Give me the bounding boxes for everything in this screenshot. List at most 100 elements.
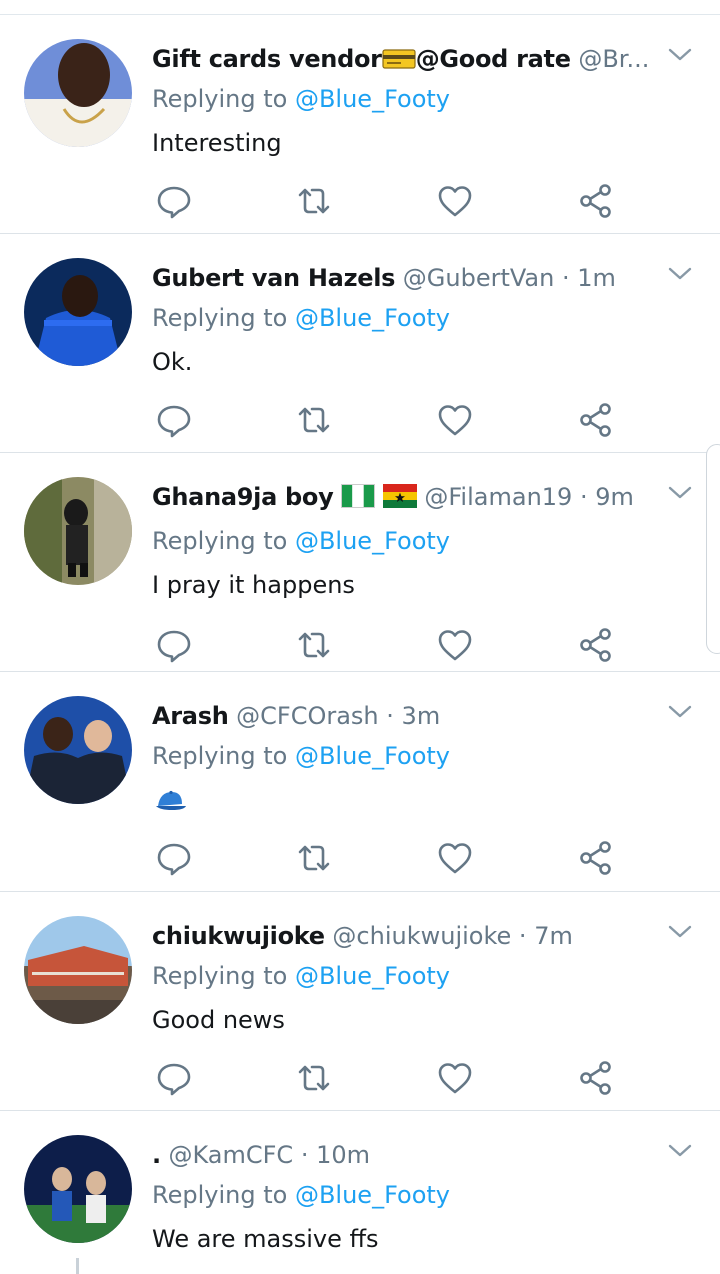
- retweet-button[interactable]: [294, 400, 334, 440]
- user-handle[interactable]: @KamCFC: [168, 1141, 293, 1169]
- comment-bubble-icon: [157, 630, 191, 663]
- mention-link[interactable]: @Blue_Footy: [295, 742, 450, 770]
- reply-button[interactable]: [154, 838, 194, 878]
- tweet-header: Ghana9ja boy @Filaman19 · 9m: [152, 479, 657, 515]
- tweet-item[interactable]: chiukwujioke @chiukwujioke · 7m Replying…: [0, 892, 720, 1111]
- replying-prefix: Replying to: [152, 742, 288, 770]
- replying-prefix: Replying to: [152, 1181, 288, 1209]
- tweet-item[interactable]: Gift cards vendor@Good rate @Br... · 5m …: [0, 15, 720, 234]
- retweet-icon: [298, 845, 330, 871]
- heart-icon: [438, 1063, 472, 1094]
- avatar[interactable]: [24, 477, 132, 585]
- avatar[interactable]: [24, 916, 132, 1024]
- user-handle[interactable]: @GubertVan: [403, 264, 555, 292]
- tweet-header: Gift cards vendor@Good rate @Br... · 5m: [152, 41, 657, 77]
- avatar[interactable]: [24, 696, 132, 804]
- heart-icon: [438, 843, 472, 874]
- avatar[interactable]: [24, 1135, 132, 1243]
- action-bar: [154, 1058, 634, 1098]
- like-button[interactable]: [435, 838, 475, 878]
- share-button[interactable]: [576, 838, 616, 878]
- tweet-header: Arash @CFCOrash · 3m: [152, 698, 657, 734]
- like-button[interactable]: [435, 400, 475, 440]
- reply-feed: Gift cards vendor@Good rate @Br... · 5m …: [0, 15, 720, 1274]
- chevron-down-icon[interactable]: [666, 264, 694, 284]
- nigeria-flag-icon: [341, 484, 376, 508]
- edge-panel-handle[interactable]: [706, 444, 720, 654]
- separator-dot: ·: [386, 702, 394, 730]
- chevron-down-icon[interactable]: [666, 45, 694, 65]
- action-bar: [154, 400, 634, 440]
- reply-button[interactable]: [154, 1058, 194, 1098]
- display-name[interactable]: Arash: [152, 702, 229, 730]
- separator-dot: ·: [300, 1141, 309, 1169]
- reply-button[interactable]: [154, 181, 194, 221]
- heart-icon: [438, 186, 472, 217]
- tweet-item[interactable]: Ghana9ja boy @Filaman19 · 9m Replying to…: [0, 453, 720, 672]
- like-button[interactable]: [435, 1058, 475, 1098]
- replying-to: Replying to @Blue_Footy: [152, 958, 450, 994]
- tweet-item[interactable]: . @KamCFC · 10m Replying to @Blue_Footy …: [0, 1111, 720, 1274]
- retweet-button[interactable]: [294, 1058, 334, 1098]
- retweet-icon: [298, 1065, 330, 1091]
- user-handle[interactable]: @Filaman19: [424, 483, 572, 511]
- replying-prefix: Replying to: [152, 304, 288, 332]
- tweet-item[interactable]: Arash @CFCOrash · 3m Replying to @Blue_F…: [0, 672, 720, 892]
- heart-icon: [438, 630, 472, 661]
- timestamp[interactable]: 9m: [595, 483, 634, 511]
- gift-card-emoji-icon: [382, 49, 416, 69]
- user-handle[interactable]: @CFCOrash: [236, 702, 379, 730]
- like-button[interactable]: [435, 625, 475, 665]
- display-name[interactable]: chiukwujioke: [152, 922, 325, 950]
- user-handle[interactable]: @Br...: [578, 45, 649, 73]
- avatar[interactable]: [24, 258, 132, 366]
- reply-button[interactable]: [154, 625, 194, 665]
- retweet-button[interactable]: [294, 838, 334, 878]
- display-name-suffix[interactable]: @Good rate: [416, 45, 571, 73]
- display-name[interactable]: Gift cards vendor: [152, 45, 382, 73]
- replying-prefix: Replying to: [152, 85, 288, 113]
- share-icon: [580, 628, 611, 662]
- retweet-button[interactable]: [294, 625, 334, 665]
- mention-link[interactable]: @Blue_Footy: [295, 527, 450, 555]
- chevron-down-icon[interactable]: [666, 922, 694, 942]
- display-name[interactable]: Gubert van Hazels: [152, 264, 395, 292]
- retweet-button[interactable]: [294, 181, 334, 221]
- replying-to: Replying to @Blue_Footy: [152, 300, 450, 336]
- replying-to: Replying to @Blue_Footy: [152, 523, 450, 559]
- like-button[interactable]: [435, 181, 475, 221]
- mention-link[interactable]: @Blue_Footy: [295, 962, 450, 990]
- share-button[interactable]: [576, 181, 616, 221]
- share-icon: [580, 1061, 611, 1095]
- comment-bubble-icon: [157, 1063, 191, 1096]
- chevron-down-icon[interactable]: [666, 1141, 694, 1161]
- timestamp[interactable]: 3m: [402, 702, 441, 730]
- tweet-item[interactable]: Gubert van Hazels @GubertVan · 1m Replyi…: [0, 234, 720, 453]
- mention-link[interactable]: @Blue_Footy: [295, 1181, 450, 1209]
- ghana-flag-icon: [382, 484, 417, 508]
- separator-dot: ·: [561, 264, 570, 292]
- user-handle[interactable]: @chiukwujioke: [332, 922, 511, 950]
- share-button[interactable]: [576, 400, 616, 440]
- display-name[interactable]: .: [152, 1141, 161, 1169]
- tweet-text: Interesting: [152, 129, 282, 157]
- share-icon: [580, 841, 611, 875]
- display-name[interactable]: Ghana9ja boy: [152, 483, 334, 511]
- blue-cap-emoji-icon: [156, 790, 186, 810]
- share-button[interactable]: [576, 625, 616, 665]
- comment-bubble-icon: [157, 405, 191, 438]
- replying-to: Replying to @Blue_Footy: [152, 738, 450, 774]
- timestamp[interactable]: 10m: [316, 1141, 370, 1169]
- chevron-down-icon[interactable]: [666, 702, 694, 722]
- reply-button[interactable]: [154, 400, 194, 440]
- avatar[interactable]: [24, 39, 132, 147]
- timestamp[interactable]: 1m: [577, 264, 616, 292]
- mention-link[interactable]: @Blue_Footy: [295, 85, 450, 113]
- tweet-text: Good news: [152, 1006, 285, 1034]
- comment-bubble-icon: [157, 186, 191, 219]
- mention-link[interactable]: @Blue_Footy: [295, 304, 450, 332]
- chevron-down-icon[interactable]: [666, 483, 694, 503]
- action-bar: [154, 181, 634, 221]
- share-button[interactable]: [576, 1058, 616, 1098]
- timestamp[interactable]: 7m: [534, 922, 573, 950]
